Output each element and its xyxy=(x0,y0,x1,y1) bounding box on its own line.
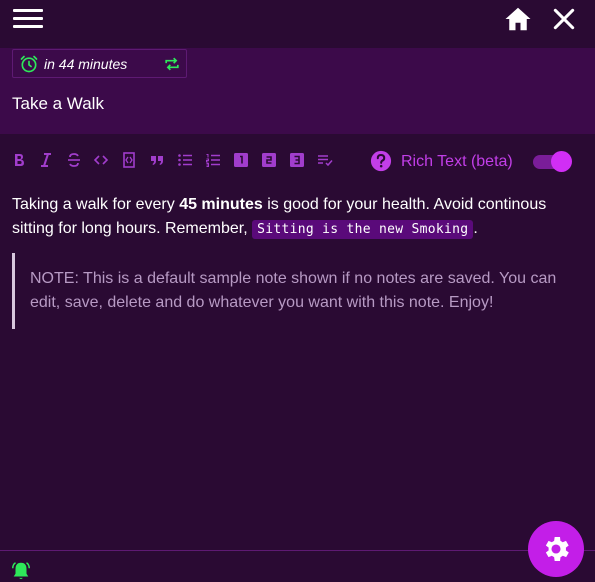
bold-icon[interactable] xyxy=(11,152,27,168)
settings-button[interactable] xyxy=(528,521,584,577)
note-header: in 44 minutes Take a Walk xyxy=(0,48,595,134)
note-title[interactable]: Take a Walk xyxy=(12,94,104,114)
blockquote[interactable]: NOTE: This is a default sample note show… xyxy=(12,253,572,329)
heading-1-icon[interactable] xyxy=(233,152,249,168)
rich-text-toggle[interactable] xyxy=(533,151,573,172)
body-text: Taking a walk for every xyxy=(12,196,180,213)
bulleted-list-icon[interactable] xyxy=(177,152,193,168)
heading-2-icon[interactable] xyxy=(261,152,277,168)
italic-icon[interactable] xyxy=(38,152,54,168)
bottom-bar xyxy=(0,550,595,582)
blockquote-text: NOTE: This is a default sample note show… xyxy=(30,270,557,311)
bell-icon[interactable] xyxy=(10,560,32,582)
body-bold-text: 45 minutes xyxy=(179,196,263,213)
close-icon[interactable] xyxy=(551,6,577,32)
note-body[interactable]: Taking a walk for every 45 minutes is go… xyxy=(12,193,577,242)
top-bar xyxy=(0,0,595,48)
gear-icon xyxy=(545,537,569,561)
rich-text-label: Rich Text (beta) xyxy=(401,153,513,170)
repeat-icon[interactable] xyxy=(162,54,182,74)
body-text: . xyxy=(473,220,478,237)
formatting-toolbar: Rich Text (beta) xyxy=(0,134,595,188)
inline-code: Sitting is the new Smoking xyxy=(252,220,474,239)
hamburger-menu-icon[interactable] xyxy=(13,9,43,31)
home-icon[interactable] xyxy=(502,4,534,34)
toggle-thumb xyxy=(551,151,572,172)
numbered-list-icon[interactable] xyxy=(205,152,221,168)
code-block-icon[interactable] xyxy=(121,152,137,168)
text-format-icon[interactable] xyxy=(317,152,333,168)
alarm-clock-icon xyxy=(20,55,38,73)
reminder-time-text: in 44 minutes xyxy=(44,56,128,72)
inline-code-icon[interactable] xyxy=(93,152,109,168)
heading-3-icon[interactable] xyxy=(289,152,305,168)
strikethrough-icon[interactable] xyxy=(66,152,82,168)
help-icon[interactable] xyxy=(370,150,392,172)
blockquote-icon[interactable] xyxy=(149,152,165,168)
reminder-chip[interactable]: in 44 minutes xyxy=(12,49,187,78)
note-app: in 44 minutes Take a Walk Rich Text (bet… xyxy=(0,0,595,582)
